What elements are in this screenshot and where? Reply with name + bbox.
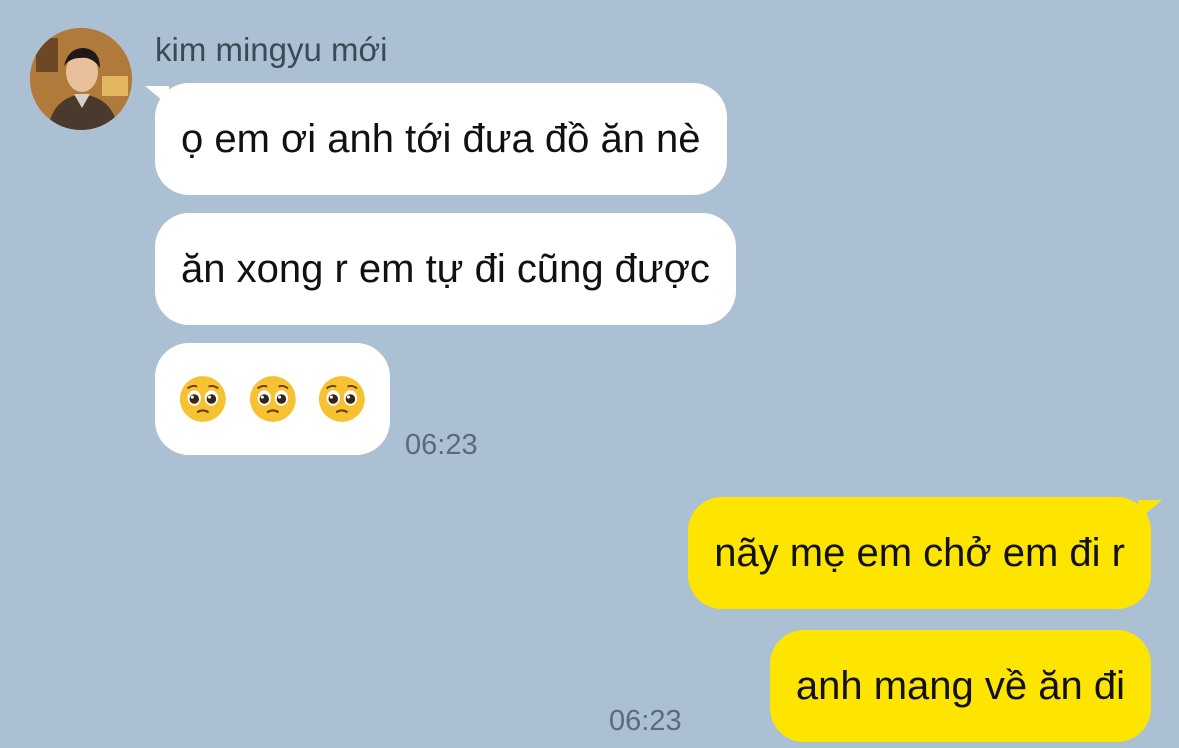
pleading-face-icon xyxy=(319,376,366,422)
message-timestamp: 06:23 xyxy=(609,705,682,737)
message-bubble-incoming[interactable]: ăn xong r em tự đi cũng được xyxy=(155,213,736,325)
message-timestamp: 06:23 xyxy=(405,429,478,461)
message-bubble-incoming-emoji[interactable] xyxy=(155,343,390,455)
avatar[interactable] xyxy=(30,28,132,130)
avatar-image xyxy=(30,28,132,130)
message-bubble-outgoing[interactable]: anh mang về ăn đi xyxy=(769,630,1151,742)
pleading-face-icon xyxy=(249,376,296,422)
sender-name: kim mingyu mới xyxy=(155,31,388,68)
message-bubble-incoming[interactable]: ọ em ơi anh tới đưa đồ ăn nè xyxy=(155,83,727,195)
message-bubble-outgoing[interactable]: nãy mẹ em chở em đi r xyxy=(688,497,1151,609)
pleading-face-icon xyxy=(179,376,226,422)
